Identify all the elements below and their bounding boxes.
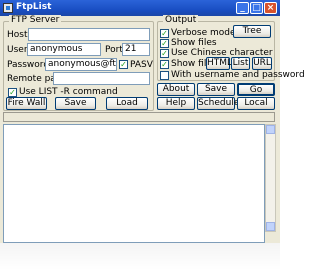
ftp-server-legend: FTP Server — [9, 15, 62, 25]
minimize-button[interactable]: _ — [236, 2, 249, 14]
host-input[interactable] — [28, 28, 150, 41]
verbose-checkbox[interactable]: ✓ — [160, 29, 169, 38]
app-icon — [3, 3, 13, 13]
save-button[interactable]: Save — [197, 83, 235, 96]
title-bar[interactable]: FtpList _ □ × — [0, 0, 280, 16]
verbose-label: Verbose mode — [171, 28, 236, 38]
about-button[interactable]: About — [157, 83, 195, 96]
maximize-button[interactable]: □ — [250, 2, 263, 14]
chinese-checkbox[interactable]: ✓ — [160, 49, 169, 58]
show-files-label: Show files — [171, 38, 217, 48]
user-input[interactable]: anonymous — [27, 43, 101, 56]
local-button[interactable]: Local — [237, 97, 275, 110]
html-button[interactable]: HTML — [206, 57, 232, 70]
schedule-button[interactable]: Schedule — [197, 97, 239, 110]
scrollbar-corner — [265, 232, 276, 243]
scroll-up-icon[interactable] — [266, 125, 275, 134]
list-r-checkbox[interactable]: ✓ — [8, 88, 17, 97]
with-user-label: With username and password — [171, 70, 305, 80]
output-legend: Output — [163, 15, 199, 25]
list-r-label: Use LIST -R command — [19, 87, 118, 97]
status-bar — [3, 112, 275, 122]
pasv-label: PASV — [130, 60, 153, 70]
ftplist-window: FtpList _ □ × FTP Server Host User anony… — [0, 0, 305, 243]
pasv-checkbox[interactable]: ✓ — [119, 60, 128, 69]
window-title: FtpList — [16, 2, 52, 12]
url-button[interactable]: URL — [252, 57, 272, 70]
show-files-checkbox[interactable]: ✓ — [160, 39, 169, 48]
password-input[interactable]: anonymous@ftplist. — [45, 58, 117, 71]
host-label: Host — [7, 30, 28, 40]
go-button[interactable]: Go — [237, 83, 275, 96]
port-input[interactable]: 21 — [122, 43, 150, 56]
with-user-checkbox[interactable] — [160, 71, 169, 80]
list-button[interactable]: List — [231, 57, 250, 70]
port-label: Port — [105, 45, 123, 55]
close-button[interactable]: × — [264, 2, 277, 14]
scroll-down-icon[interactable] — [266, 222, 275, 231]
load-button[interactable]: Load — [106, 97, 148, 110]
tree-button[interactable]: Tree — [233, 25, 271, 38]
firewall-button[interactable]: Fire Wall — [6, 97, 47, 110]
user-label: User — [7, 45, 28, 55]
show-files-2-checkbox[interactable]: ✓ — [160, 60, 169, 69]
reflection-fade — [0, 243, 280, 270]
ftp-save-button[interactable]: Save — [55, 97, 96, 110]
output-list[interactable] — [3, 124, 265, 243]
help-button[interactable]: Help — [157, 97, 195, 110]
vertical-scrollbar[interactable] — [265, 124, 276, 232]
password-label: Password — [7, 60, 50, 70]
remote-path-input[interactable] — [53, 72, 150, 85]
